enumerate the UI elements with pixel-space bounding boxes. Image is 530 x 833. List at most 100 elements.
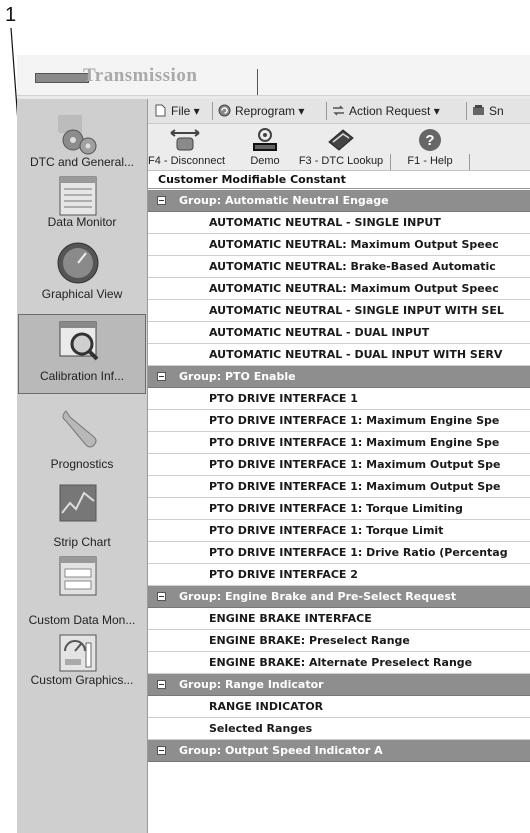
constants-grid: Customer Modifiable Constant Group: Auto… [148,171,530,833]
row-label: AUTOMATIC NEUTRAL - SINGLE INPUT [209,216,441,229]
collapse-toggle-icon[interactable] [157,372,166,381]
svg-text:?: ? [425,132,434,149]
collapse-toggle-icon[interactable] [157,680,166,689]
title-bar: Transmission [17,55,530,96]
row-label: Selected Ranges [209,722,313,735]
data-monitor-icon [59,176,97,216]
menu-action-request[interactable]: Action Request ▾ [332,103,440,119]
group-row[interactable]: Group: Range Indicator [148,674,530,696]
disconnect-icon [170,129,200,151]
dtc-lookup-button[interactable]: F3 - DTC Lookup [296,124,386,170]
sidebar-item-graphical-view[interactable]: Graphical View [18,241,146,321]
sidebar-item-prognostics[interactable]: Prognostics [18,397,146,471]
menu-snapshot-label: Sn [489,104,504,118]
brand-logo [35,73,89,83]
table-row[interactable]: PTO DRIVE INTERFACE 1: Torque Limiting [148,498,530,520]
action-request-icon [333,105,344,116]
group-row[interactable]: Group: Output Speed Indicator A [148,740,530,762]
collapse-toggle-icon[interactable] [157,196,166,205]
collapse-toggle-icon[interactable] [157,746,166,755]
menu-reprogram-label: Reprogram [235,104,296,118]
main-panel: File ▾ Reprogram ▾ Action Request ▾ Sn F… [148,99,530,833]
row-label: PTO DRIVE INTERFACE 1 [209,392,358,405]
row-label: PTO DRIVE INTERFACE 1: Maximum Output Sp… [209,480,501,493]
grid-column-header[interactable]: Customer Modifiable Constant [148,171,530,189]
custom-graphics-icon [59,634,97,672]
menu-divider [326,102,327,120]
reprogram-icon [218,104,231,117]
menu-reprogram[interactable]: Reprogram ▾ [218,103,304,119]
table-row[interactable]: ENGINE BRAKE: Preselect Range [148,630,530,652]
sidebar-item-label: Strip Chart [53,535,111,549]
row-label: AUTOMATIC NEUTRAL - SINGLE INPUT WITH SE… [209,304,504,317]
sidebar-item-calibration-info[interactable]: Calibration Inf... [18,314,146,394]
row-label: AUTOMATIC NEUTRAL: Brake-Based Automatic [209,260,496,273]
demo-button[interactable]: Demo [240,124,290,170]
table-row[interactable]: ENGINE BRAKE INTERFACE [148,608,530,630]
group-row[interactable]: Group: Automatic Neutral Engage [148,190,530,212]
sidebar-item-dtc-general[interactable]: DTC and General... [18,99,146,179]
group-label: Group: Output Speed Indicator A [179,744,383,757]
help-button[interactable]: ? F1 - Help [394,124,466,170]
menu-action-request-label: Action Request [349,104,431,118]
table-row[interactable]: PTO DRIVE INTERFACE 1: Maximum Output Sp… [148,454,530,476]
grid-rows: Group: Automatic Neutral Engage AUTOMATIC… [148,190,530,762]
gauge-icon [57,242,99,284]
menu-divider [212,102,213,120]
group-row[interactable]: Group: PTO Enable [148,366,530,388]
app-title: Transmission [83,65,198,86]
table-row[interactable]: PTO DRIVE INTERFACE 1: Maximum Output Sp… [148,476,530,498]
disconnect-button[interactable]: F4 - Disconnect [148,124,226,170]
sidebar: DTC and General... Data Monitor Graphica… [17,99,148,833]
row-label: PTO DRIVE INTERFACE 1: Maximum Engine Sp… [209,436,500,449]
table-row[interactable]: PTO DRIVE INTERFACE 1 [148,388,530,410]
table-row[interactable]: RANGE INDICATOR [148,696,530,718]
table-row[interactable]: AUTOMATIC NEUTRAL - DUAL INPUT [148,322,530,344]
dtc-lookup-label: F3 - DTC Lookup [298,155,384,167]
row-label: PTO DRIVE INTERFACE 2 [209,568,358,581]
sidebar-item-custom-data-monitor[interactable]: Custom Data Mon... [18,553,146,633]
table-row[interactable]: ENGINE BRAKE: Alternate Preselect Range [148,652,530,674]
sidebar-item-label: DTC and General... [29,155,135,169]
table-row[interactable]: PTO DRIVE INTERFACE 1: Torque Limit [148,520,530,542]
menu-bar: File ▾ Reprogram ▾ Action Request ▾ Sn [148,99,530,124]
row-label: PTO DRIVE INTERFACE 1: Torque Limit [209,524,444,537]
table-row[interactable]: AUTOMATIC NEUTRAL: Brake-Based Automatic [148,256,530,278]
table-row[interactable]: AUTOMATIC NEUTRAL: Maximum Output Speec [148,234,530,256]
table-row[interactable]: PTO DRIVE INTERFACE 1: Maximum Engine Sp… [148,432,530,454]
custom-data-monitor-icon [59,556,97,596]
strip-chart-icon [59,484,97,522]
file-icon [155,104,166,117]
callout-number: 1 [5,4,17,26]
table-row[interactable]: AUTOMATIC NEUTRAL - SINGLE INPUT WITH SE… [148,300,530,322]
group-row[interactable]: Group: Engine Brake and Pre-Select Reque… [148,586,530,608]
table-row[interactable]: Selected Ranges [148,718,530,740]
group-label: Group: PTO Enable [179,370,296,383]
sidebar-item-label: Data Monitor [47,215,117,229]
sidebar-item-label: Calibration Inf... [39,369,125,383]
sidebar-item-custom-graphics[interactable]: Custom Graphics... [18,633,146,713]
toolbar: F4 - Disconnect Demo F3 - DTC Lookup ? F… [148,124,530,171]
table-row[interactable]: PTO DRIVE INTERFACE 2 [148,564,530,586]
gears-icon [58,115,97,155]
table-row[interactable]: AUTOMATIC NEUTRAL - SINGLE INPUT [148,212,530,234]
table-row[interactable]: AUTOMATIC NEUTRAL - DUAL INPUT WITH SERV [148,344,530,366]
menu-snapshot[interactable]: Sn [472,103,504,119]
sidebar-item-strip-chart[interactable]: Strip Chart [18,477,146,549]
table-row[interactable]: PTO DRIVE INTERFACE 1: Drive Ratio (Perc… [148,542,530,564]
application-window: Transmission DTC and General... Data Mon… [17,55,530,833]
toolbar-divider [390,154,391,170]
row-label: PTO DRIVE INTERFACE 1: Drive Ratio (Perc… [209,546,508,559]
row-label: PTO DRIVE INTERFACE 1: Maximum Engine Sp… [209,414,500,427]
disconnect-label: F4 - Disconnect [148,155,226,167]
demo-icon [253,128,277,151]
collapse-toggle-icon[interactable] [157,592,166,601]
row-label: AUTOMATIC NEUTRAL: Maximum Output Speec [209,282,499,295]
group-label: Group: Range Indicator [179,678,324,691]
toolbar-divider [469,154,470,170]
group-label: Group: Engine Brake and Pre-Select Reque… [179,590,457,603]
menu-file[interactable]: File ▾ [154,103,200,119]
table-row[interactable]: PTO DRIVE INTERFACE 1: Maximum Engine Sp… [148,410,530,432]
table-row[interactable]: AUTOMATIC NEUTRAL: Maximum Output Speec [148,278,530,300]
row-label: RANGE INDICATOR [209,700,324,713]
